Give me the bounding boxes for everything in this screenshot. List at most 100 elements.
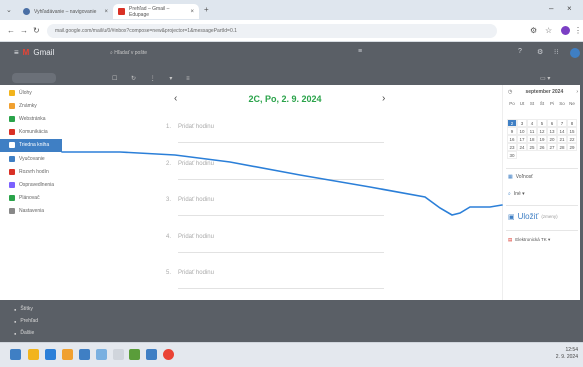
hamburger-icon[interactable]: ≡ [14, 48, 19, 57]
apps-icon[interactable]: ⁝⁝ [554, 48, 558, 56]
gmail-toolbar-icons: ☐ ↻ ⋮ ▾ ≡ [112, 76, 196, 82]
forward-icon[interactable]: → [20, 26, 28, 35]
calendar-day[interactable]: 11 [527, 127, 537, 135]
keyboard-icon[interactable]: ▭ ▾ [540, 75, 550, 82]
add-lesson-link[interactable]: Pridať hodinu [178, 234, 214, 240]
close-icon[interactable]: × [104, 9, 108, 15]
calendar-day[interactable]: 21 [557, 135, 567, 143]
tab-2-label: Prehľad – Gmail – Edupage [129, 5, 170, 18]
calendar-day[interactable]: 28 [557, 143, 567, 151]
calendar-day[interactable]: 23 [507, 143, 517, 151]
gmail-bottom-item[interactable]: ● Prehľad [14, 318, 38, 324]
sidebar-item[interactable]: Nastavenia [0, 205, 62, 218]
app-icon-6[interactable] [129, 349, 140, 360]
minimize-button[interactable]: – [549, 4, 553, 13]
star-icon [9, 89, 15, 96]
profile-avatar[interactable] [561, 26, 570, 35]
app-icon-1[interactable] [45, 349, 56, 360]
new-tab-button[interactable]: + [204, 5, 209, 14]
calendar-day[interactable]: 22 [567, 135, 577, 143]
app-icon-4[interactable] [96, 349, 107, 360]
calendar-day[interactable]: 18 [527, 135, 537, 143]
chrome-icon[interactable] [163, 349, 174, 360]
next-day-button[interactable]: › [382, 93, 385, 104]
calendar-day[interactable]: 3 [517, 119, 527, 127]
calendar-day[interactable]: 8 [567, 119, 577, 127]
back-icon[interactable]: ← [7, 26, 15, 35]
sidebar-item[interactable]: Vyučovanie [0, 152, 62, 165]
sidebar-item[interactable]: Plánovač [0, 192, 62, 205]
calendar-day[interactable]: 25 [527, 143, 537, 151]
close-icon[interactable]: × [190, 9, 194, 15]
calendar-day[interactable]: 27 [547, 143, 557, 151]
browser-tab-2[interactable]: Prehľad – Gmail – Edupage × [113, 4, 199, 19]
lesson-number: 2. [166, 160, 172, 167]
calendar-day[interactable]: 9 [507, 127, 517, 135]
gmail-search-input[interactable]: ⌕ Hľadať v pošte [102, 47, 342, 59]
calendar-day[interactable]: 10 [517, 127, 527, 135]
option-volnost[interactable]: ▦ Voľnosť [508, 174, 533, 180]
calendar-day[interactable]: 19 [537, 135, 547, 143]
bookmark-star-icon[interactable]: ☆ [545, 26, 552, 35]
gmail-logo[interactable]: ≡ M Gmail [14, 48, 54, 57]
calendar-day[interactable]: 29 [567, 143, 577, 151]
app-icon-7[interactable] [146, 349, 157, 360]
taskbar-clock[interactable]: 12:54 2. 9. 2024 [540, 347, 578, 361]
calendar-day[interactable]: 12 [537, 127, 547, 135]
close-window-button[interactable]: × [567, 4, 572, 13]
calendar-day[interactable]: 4 [527, 119, 537, 127]
tab-search-icon[interactable]: ⌄ [6, 6, 12, 14]
add-lesson-link[interactable]: Pridať hodinu [178, 161, 214, 167]
file-explorer-icon[interactable] [28, 349, 39, 360]
calendar-day[interactable]: 26 [537, 143, 547, 151]
help-icon[interactable]: ? [518, 48, 522, 55]
electronic-tk-link[interactable]: ▤ Elektronická TK ▾ [508, 237, 550, 243]
sidebar-item-label: Úlohy [19, 89, 32, 96]
settings-icon[interactable]: ⚙ [537, 48, 543, 56]
calendar-day[interactable]: 6 [547, 119, 557, 127]
filter-icon[interactable]: ≡ [358, 48, 362, 55]
add-lesson-link[interactable]: Pridať hodinu [178, 270, 214, 276]
sidebar-item-label: Ospravedlnenia [19, 181, 55, 188]
gmail-bottom-item-label: Štítky [20, 306, 33, 312]
sidebar-item[interactable]: Ospravedlnenia [0, 178, 62, 191]
gmail-avatar[interactable] [570, 48, 580, 58]
save-button[interactable]: ▣ Uložiť (zmeny) [508, 212, 558, 221]
calendar-prev-icon[interactable]: ◷ [508, 89, 512, 95]
add-lesson-link[interactable]: Pridať hodinu [178, 124, 214, 130]
sidebar-item[interactable]: Známky [0, 99, 62, 112]
calendar-day[interactable]: 24 [517, 143, 527, 151]
calendar-day[interactable]: 15 [567, 127, 577, 135]
option-ine[interactable]: ⌕ Iné ▾ [508, 191, 525, 197]
calendar-day[interactable]: 20 [547, 135, 557, 143]
calendar-day[interactable]: 7 [557, 119, 567, 127]
calendar-day[interactable]: 5 [537, 119, 547, 127]
app-icon-5[interactable] [113, 349, 124, 360]
calendar-day[interactable]: 13 [547, 127, 557, 135]
calendar-day[interactable]: 17 [517, 135, 527, 143]
calendar-weekday: St [529, 101, 535, 106]
sidebar-item[interactable]: Komunikácia [0, 126, 62, 139]
compose-button[interactable] [12, 73, 56, 83]
app-icon-2[interactable] [62, 349, 73, 360]
app-icon-3[interactable] [79, 349, 90, 360]
sidebar-item[interactable]: Triedna kniha [0, 138, 62, 152]
calendar-next-icon[interactable]: › [576, 89, 578, 95]
add-lesson-link[interactable]: Pridať hodinu [178, 197, 214, 203]
gmail-bottom-item[interactable]: ● Štítky [14, 306, 33, 312]
sidebar-item[interactable]: Úlohy [0, 86, 62, 99]
sidebar-item[interactable]: Rozvrh hodín [0, 165, 62, 178]
gmail-bottom-item[interactable]: ● Ďalšie [14, 330, 34, 336]
extensions-icon[interactable]: ⚙ [530, 26, 537, 35]
calendar-day[interactable]: 30 [507, 151, 517, 159]
browser-tab-1[interactable]: Vyhľadávanie – navigovanie × [18, 4, 113, 19]
calendar-day[interactable]: 16 [507, 135, 517, 143]
calendar-day[interactable]: 2 [507, 119, 517, 127]
reload-icon[interactable]: ↻ [33, 26, 40, 35]
start-icon[interactable] [10, 349, 21, 360]
menu-dots-icon[interactable]: ⋮ [574, 26, 582, 35]
sidebar-item[interactable]: Webstránka [0, 112, 62, 125]
prev-day-button[interactable]: ‹ [174, 93, 177, 104]
calendar-day[interactable]: 14 [557, 127, 567, 135]
url-field[interactable]: mail.google.com/mail/u/0/#inbox?compose=… [47, 24, 497, 38]
